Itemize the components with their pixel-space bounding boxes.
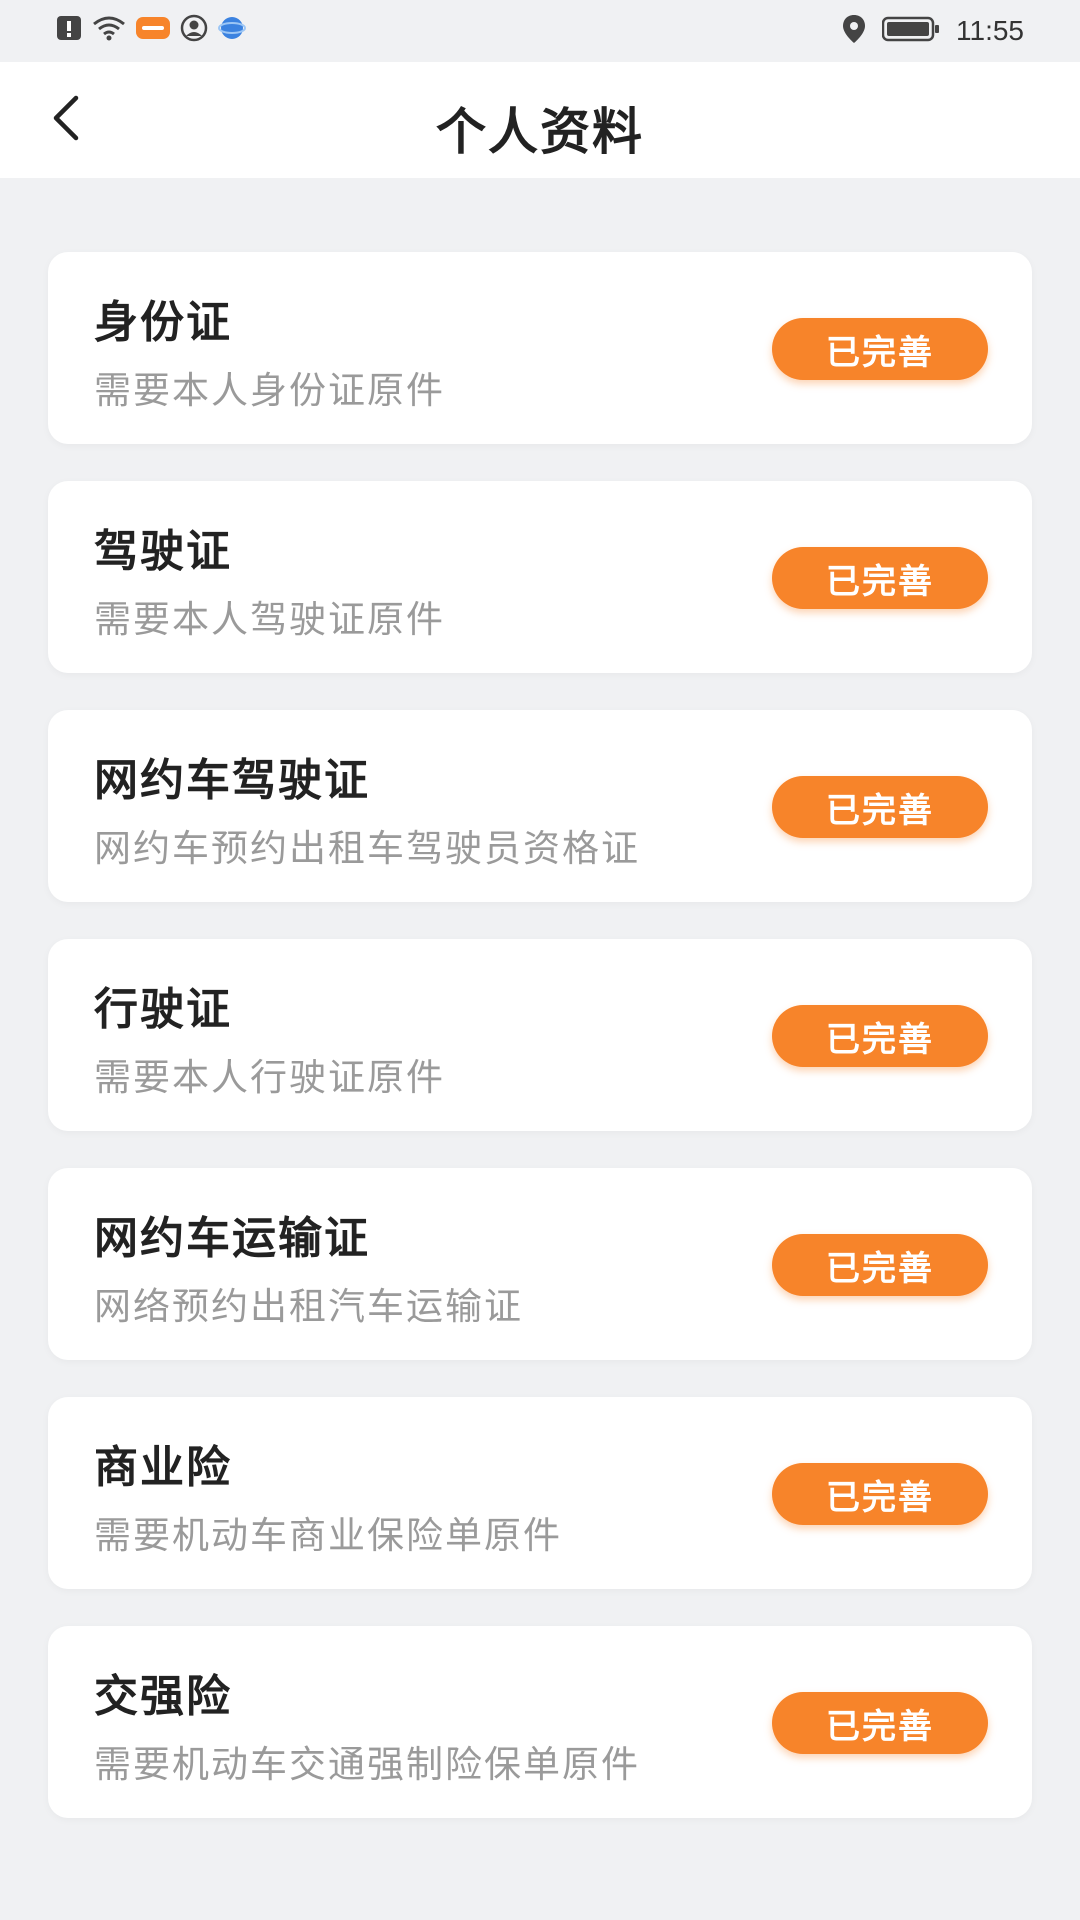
list-item-vehicle-license[interactable]: 行驶证 需要本人行驶证原件 已完善 <box>48 939 1032 1131</box>
item-subtitle: 需要机动车商业保险单原件 <box>94 1514 562 1557</box>
user-icon <box>180 14 208 46</box>
item-subtitle: 需要本人身份证原件 <box>94 369 445 412</box>
status-bar-right: 11:55 <box>842 14 1024 48</box>
item-title: 网约车运输证 <box>94 1213 370 1264</box>
status-badge[interactable]: 已完善 <box>772 547 988 609</box>
status-badge[interactable]: 已完善 <box>772 1692 988 1754</box>
item-title: 驾驶证 <box>94 526 232 577</box>
status-badge[interactable]: 已完善 <box>772 1463 988 1525</box>
item-title: 商业险 <box>94 1442 232 1493</box>
app-badge-icon <box>136 15 170 45</box>
battery-icon <box>881 15 940 47</box>
item-subtitle: 网络预约出租汽车运输证 <box>94 1285 523 1328</box>
list-item-transport-license[interactable]: 网约车运输证 网络预约出租汽车运输证 已完善 <box>48 1168 1032 1360</box>
list-item-ride-hailing-driver-license[interactable]: 网约车驾驶证 网约车预约出租车驾驶员资格证 已完善 <box>48 710 1032 902</box>
item-subtitle: 需要机动车交通强制险保单原件 <box>94 1743 640 1786</box>
status-badge[interactable]: 已完善 <box>772 776 988 838</box>
notification-icon <box>56 14 82 46</box>
item-title: 网约车驾驶证 <box>94 755 370 806</box>
list-item-id-card[interactable]: 身份证 需要本人身份证原件 已完善 <box>48 252 1032 444</box>
location-icon <box>842 14 866 48</box>
status-time: 11:55 <box>956 15 1024 46</box>
list-item-compulsory-insurance[interactable]: 交强险 需要机动车交通强制险保单原件 已完善 <box>48 1626 1032 1818</box>
page-title: 个人资料 <box>436 103 644 161</box>
document-list: 身份证 需要本人身份证原件 已完善 驾驶证 需要本人驾驶证原件 已完善 网约车驾… <box>48 252 1032 1855</box>
wifi-icon <box>92 14 126 46</box>
item-subtitle: 网约车预约出租车驾驶员资格证 <box>94 827 640 870</box>
item-subtitle: 需要本人驾驶证原件 <box>94 598 445 641</box>
list-item-driver-license[interactable]: 驾驶证 需要本人驾驶证原件 已完善 <box>48 481 1032 673</box>
item-subtitle: 需要本人行驶证原件 <box>94 1056 445 1099</box>
list-item-commercial-insurance[interactable]: 商业险 需要机动车商业保险单原件 已完善 <box>48 1397 1032 1589</box>
browser-icon <box>218 14 246 46</box>
status-badge[interactable]: 已完善 <box>772 1234 988 1296</box>
item-title: 行驶证 <box>94 984 232 1035</box>
status-badge[interactable]: 已完善 <box>772 1005 988 1067</box>
item-title: 身份证 <box>94 297 232 348</box>
status-bar-left <box>56 14 246 46</box>
header: 个人资料 <box>0 62 1080 178</box>
status-bar: 11:55 <box>0 0 1080 62</box>
status-badge[interactable]: 已完善 <box>772 318 988 380</box>
item-title: 交强险 <box>94 1671 232 1722</box>
